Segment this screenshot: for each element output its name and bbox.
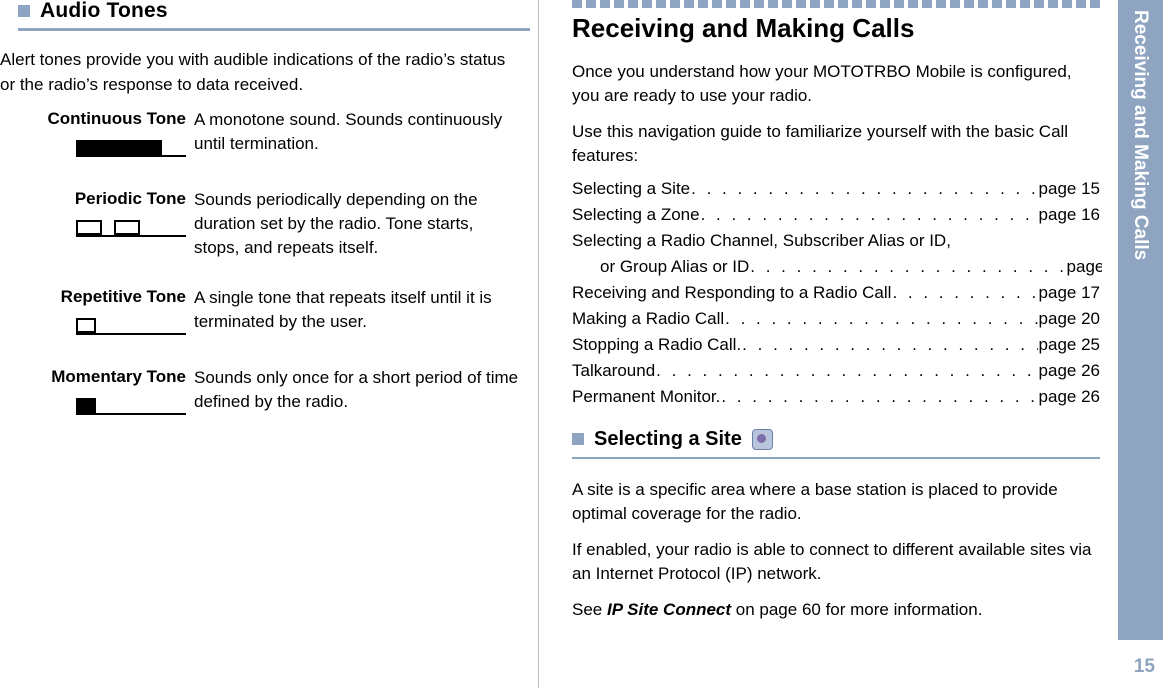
subsection-paragraph-2: If enabled, your radio is able to connec…: [572, 540, 1092, 583]
toc-entry-label: or Group Alias or ID: [600, 257, 750, 276]
toc-entry-page: page 16: [1038, 205, 1100, 224]
tone-name: Repetitive Tone: [60, 287, 186, 306]
subsection-paragraph-3: See IP Site Connect on page 60 for more …: [572, 598, 1100, 622]
tone-name-cell: Momentary Tone: [0, 366, 186, 420]
toc-entry-label: Selecting a Radio Channel, Subscriber Al…: [572, 231, 951, 250]
toc-entry-label: Selecting a Zone: [572, 205, 700, 224]
tone-description: Sounds only once for a short period of t…: [194, 368, 519, 411]
toc-entry-label: Receiving and Responding to a Radio Call: [572, 283, 892, 302]
toc-entry[interactable]: Stopping a Radio Call. . . . . . . . . .…: [572, 332, 1100, 358]
document-page: Audio Tones Alert tones provide you with…: [0, 0, 1163, 688]
tone-description: A single tone that repeats itself until …: [194, 288, 492, 331]
section-rule: [18, 28, 530, 31]
selecting-a-site-heading: Selecting a Site: [572, 427, 1100, 459]
tone-name-cell: Repetitive Tone: [0, 286, 186, 340]
right-column: Receiving and Making Calls Once you unde…: [572, 0, 1128, 688]
side-tab-bar: Receiving and Making Calls: [1118, 0, 1163, 640]
section-title: Audio Tones: [40, 0, 168, 22]
toc-entry-page: page 25: [1038, 335, 1100, 354]
toc-entry-label: Permanent Monitor.: [572, 387, 721, 406]
toc-leader-dots: . . . . . . . . . . . . . . . . . . . . …: [721, 387, 1038, 406]
table-row: Continuous Tone A monotone sound. Sounds…: [0, 108, 522, 162]
column-divider: [538, 0, 539, 688]
continuous-tone-waveform: [76, 139, 186, 157]
tone-name-cell: Periodic Tone: [0, 188, 186, 260]
toc-entry-page: page 26: [1038, 387, 1100, 406]
toc-entry[interactable]: Receiving and Responding to a Radio Call…: [572, 280, 1100, 306]
chapter-paragraph-2: Use this navigation guide to familiarize…: [572, 122, 1069, 165]
table-row: Periodic Tone Sounds periodically depend…: [0, 188, 522, 260]
periodic-tone-waveform: [76, 219, 186, 237]
toc-leader-dots: . . . . . . . . . . . . . . . . . . . . …: [892, 283, 1037, 302]
audio-tones-intro: Alert tones provide you with audible ind…: [0, 50, 506, 94]
toc-leader-dots: . . . . . . . . . . . . . . . . . . . . …: [725, 309, 1037, 328]
toc-entry[interactable]: Selecting a Site . . . . . . . . . . . .…: [572, 176, 1100, 202]
page-reference-text: on page 60 for more information.: [731, 600, 983, 619]
toc-entry-label: Selecting a Site: [572, 179, 691, 198]
toc-leader-dots: . . . . . . . . . . . . . . . . . . . . …: [656, 361, 1037, 380]
momentary-tone-waveform: [76, 397, 186, 415]
tone-name-cell: Continuous Tone: [0, 108, 186, 162]
toc-entry-page: page 17: [1038, 283, 1100, 302]
side-tab-label: Receiving and Making Calls: [1130, 10, 1151, 261]
tone-description: A monotone sound. Sounds continuously un…: [194, 110, 503, 153]
repetitive-tone-waveform: [76, 317, 186, 335]
tone-description: Sounds periodically depending on the dur…: [194, 190, 478, 257]
toc-entry[interactable]: Selecting a Radio Channel, Subscriber Al…: [572, 228, 1100, 254]
audio-tones-heading: Audio Tones: [18, 0, 530, 31]
toc-entry-page: page 20: [1038, 309, 1100, 328]
subsection-bullet-icon: [572, 433, 584, 445]
subsection-title: Selecting a Site: [594, 428, 742, 450]
tone-name: Momentary Tone: [51, 367, 186, 386]
toc-entry-label: Talkaround: [572, 361, 656, 380]
toc-leader-dots: . . . . . . . . . . . . . . . . . . . . …: [750, 257, 1065, 276]
subsection-rule: [572, 457, 1100, 459]
toc-entry[interactable]: Permanent Monitor. . . . . . . . . . . .…: [572, 384, 1100, 410]
toc-entry-page: page 26: [1038, 361, 1100, 380]
toc-entry[interactable]: or Group Alias or ID . . . . . . . . . .…: [572, 254, 1128, 280]
chapter-title: Receiving and Making Calls: [572, 13, 915, 43]
left-column: Audio Tones Alert tones provide you with…: [0, 0, 538, 688]
toc-entry-page: page 15: [1038, 179, 1100, 198]
chapter-dashed-rule: [572, 0, 1102, 8]
tone-name: Continuous Tone: [47, 109, 187, 128]
toc-entry-label: Stopping a Radio Call.: [572, 335, 742, 354]
table-row: Momentary Tone Sounds only once for a sh…: [0, 366, 522, 420]
toc-leader-dots: . . . . . . . . . . . . . . . . . . . . …: [700, 205, 1038, 224]
site-feature-icon: [751, 428, 773, 450]
toc-entry-label: Making a Radio Call: [572, 309, 725, 328]
toc-leader-dots: . . . . . . . . . . . . . . . . . . . . …: [742, 335, 1037, 354]
chapter-toc: Selecting a Site . . . . . . . . . . . .…: [572, 176, 1128, 410]
subsection-paragraph-1: A site is a specific area where a base s…: [572, 480, 1058, 523]
toc-leader-dots: . . . . . . . . . . . . . . . . . . . . …: [691, 179, 1037, 198]
chapter-side-tab: Receiving and Making Calls 15: [1102, 0, 1163, 688]
tone-name: Periodic Tone: [74, 189, 186, 208]
toc-entry[interactable]: Selecting a Zone . . . . . . . . . . . .…: [572, 202, 1100, 228]
ip-site-connect-reference: IP Site Connect: [606, 600, 732, 619]
toc-entry[interactable]: Making a Radio Call . . . . . . . . . . …: [572, 306, 1100, 332]
table-row: Repetitive Tone A single tone that repea…: [0, 286, 522, 340]
section-bullet-icon: [18, 5, 30, 17]
toc-entry[interactable]: Talkaround . . . . . . . . . . . . . . .…: [572, 358, 1100, 384]
see-text: See: [572, 600, 607, 619]
audio-tones-table: Continuous Tone A monotone sound. Sounds…: [0, 108, 522, 420]
chapter-paragraph-1: Once you understand how your MOTOTRBO Mo…: [572, 62, 1072, 105]
page-number: 15: [1133, 656, 1155, 677]
